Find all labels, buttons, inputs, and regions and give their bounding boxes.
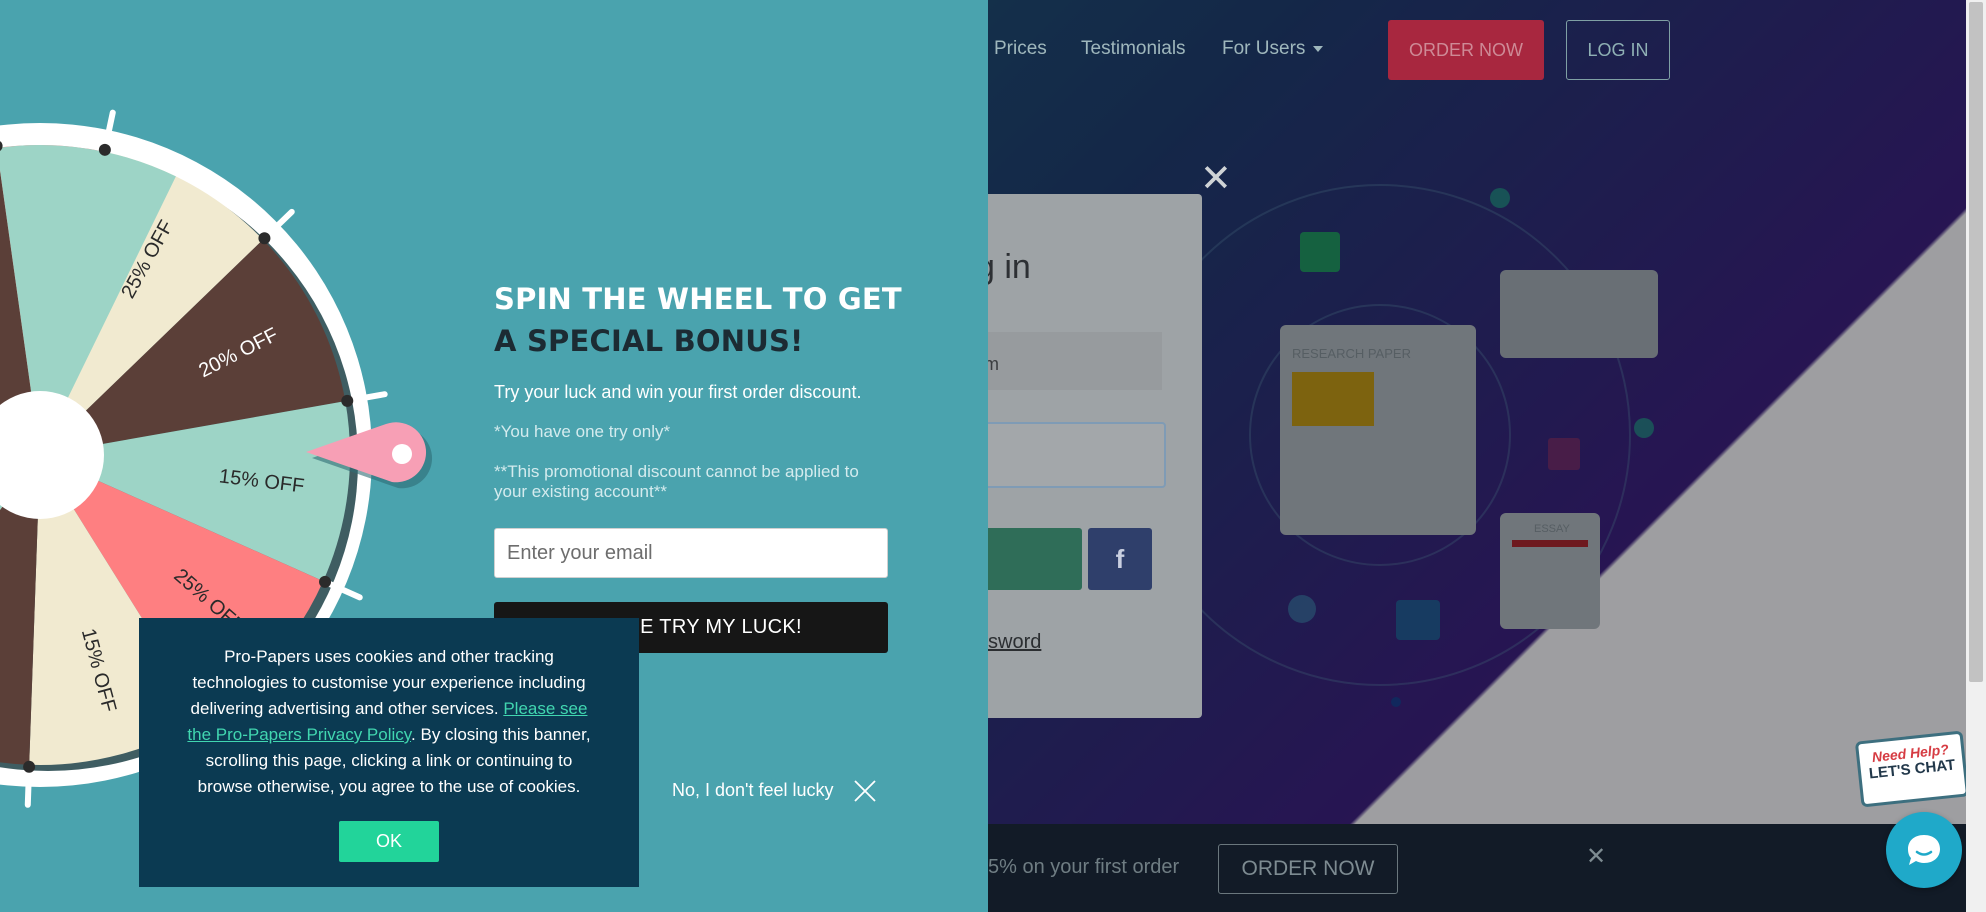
facebook-login-button[interactable]: f — [1088, 528, 1152, 590]
cookie-ok-button[interactable]: OK — [339, 821, 439, 862]
close-icon[interactable] — [852, 778, 878, 804]
chat-launcher-button[interactable] — [1886, 812, 1962, 888]
wheel-peg-dot — [341, 394, 354, 407]
login-close-icon[interactable]: ✕ — [1200, 160, 1232, 198]
one-try-note: *You have one try only* — [494, 422, 671, 441]
facebook-icon: f — [1115, 543, 1125, 574]
spin-headline: SPIN THE WHEEL TO GET A SPECIAL BONUS! — [494, 278, 914, 362]
nav-order-now-button[interactable]: ORDER NOW — [1388, 20, 1544, 80]
promo-close-icon[interactable]: ✕ — [1586, 842, 1606, 871]
nav-testimonials[interactable]: Testimonials — [1081, 38, 1186, 60]
wheel-peg-dot — [23, 760, 36, 773]
nav-prices[interactable]: Prices — [994, 38, 1047, 60]
spin-tagline: Try your luck and win your first order d… — [494, 382, 862, 402]
wheel-peg-dot — [258, 232, 271, 245]
scrollbar-thumb[interactable] — [1969, 2, 1983, 682]
wheel-peg-dot — [319, 575, 332, 588]
email-input[interactable] — [494, 528, 888, 578]
wheel-peg-dot — [98, 143, 111, 156]
promo-order-now-button[interactable]: ORDER NOW — [1218, 844, 1398, 894]
nav-login-button[interactable]: LOG IN — [1566, 20, 1670, 80]
headline-line2: A SPECIAL BONUS! — [494, 324, 804, 358]
cookie-text: Pro-Papers uses cookies and other tracki… — [184, 644, 594, 800]
nav-for-users-label: For Users — [1222, 38, 1306, 59]
chat-sticker[interactable]: Need Help? LET'S CHAT — [1854, 730, 1970, 808]
existing-account-note: **This promotional discount cannot be ap… — [494, 462, 859, 501]
headline-line1: SPIN THE WHEEL TO GET — [494, 282, 902, 316]
nav-for-users[interactable]: For Users — [1222, 38, 1324, 60]
decline-link[interactable]: No, I don't feel lucky — [672, 780, 834, 801]
chevron-down-icon — [1313, 45, 1324, 52]
chat-icon — [1908, 835, 1940, 865]
spin-wheel-popup: 30% OFF25% OFF20% OFF15% OFF25% OFF15% O… — [0, 0, 988, 912]
promo-text: 5% on your first order — [988, 856, 1180, 878]
